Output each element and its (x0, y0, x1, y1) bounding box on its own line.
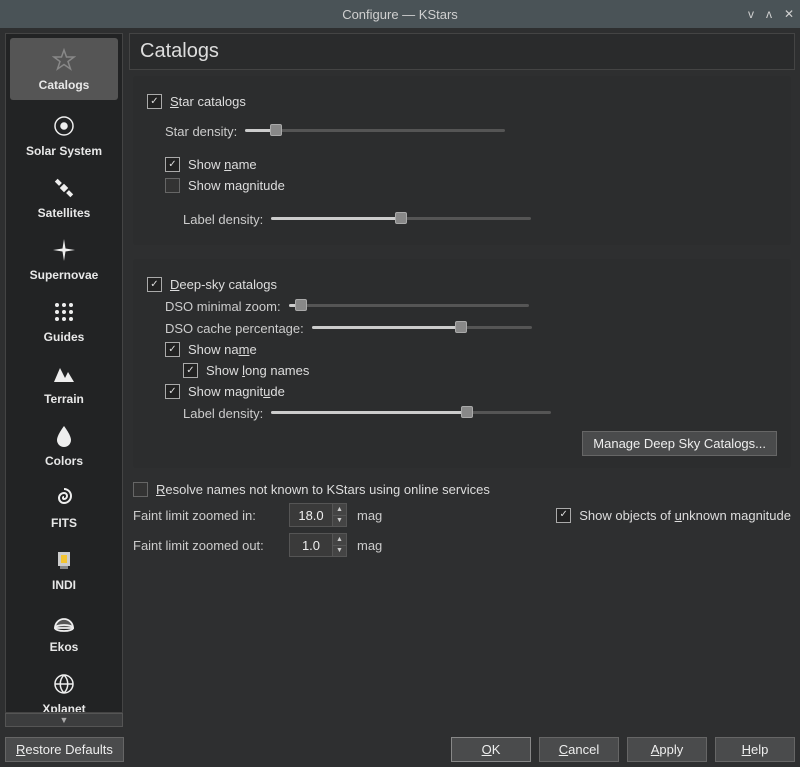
sidebar-item-ekos[interactable]: Ekos (6, 600, 122, 662)
sidebar-item-supernovae[interactable]: Supernovae (6, 228, 122, 290)
show-name-label: Show name (188, 157, 257, 172)
drop-icon (50, 422, 78, 450)
show-magnitude-label: Show magnitude (188, 178, 285, 193)
close-icon[interactable]: ✕ (784, 7, 794, 21)
dso-cache-label: DSO cache percentage: (165, 321, 304, 336)
star-catalogs-label: Star catalogs (170, 94, 246, 109)
faint-out-spinbox[interactable]: ▲▼ (289, 533, 347, 557)
dso-show-magnitude-label: Show magnitude (188, 384, 285, 399)
sidebar-item-solar-system[interactable]: Solar System (6, 104, 122, 166)
star-density-label: Star density: (165, 124, 237, 139)
sidebar-item-label: Xplanet (42, 702, 85, 713)
sidebar-item-fits[interactable]: FITS (6, 476, 122, 538)
sidebar-item-terrain[interactable]: Terrain (6, 352, 122, 414)
sidebar-item-catalogs[interactable]: Catalogs (10, 38, 118, 100)
sidebar-item-label: Ekos (50, 640, 79, 654)
star-catalogs-checkbox[interactable]: ✓ (147, 94, 162, 109)
show-unknown-label: Show objects of unknown magnitude (579, 508, 791, 523)
faint-in-spinbox[interactable]: ▲▼ (289, 503, 347, 527)
resolve-names-checkbox[interactable] (133, 482, 148, 497)
dome-icon (50, 608, 78, 636)
minimize-icon[interactable]: v (748, 7, 754, 21)
sidebar-item-satellites[interactable]: Satellites (6, 166, 122, 228)
grid-icon (50, 298, 78, 326)
sidebar-item-xplanet[interactable]: Xplanet (6, 662, 122, 713)
sidebar-item-label: Solar System (26, 144, 102, 158)
sidebar-item-label: INDI (52, 578, 76, 592)
titlebar: Configure — KStars v ʌ ✕ (0, 0, 800, 28)
dso-show-name-label: Show name (188, 342, 257, 357)
sidebar-item-indi[interactable]: INDI (6, 538, 122, 600)
apply-button[interactable]: Apply (627, 737, 707, 762)
maximize-icon[interactable]: ʌ (766, 7, 772, 21)
sidebar-item-label: Terrain (44, 392, 84, 406)
dso-show-name-checkbox[interactable]: ✓ (165, 342, 180, 357)
dso-min-zoom-slider[interactable] (289, 298, 529, 314)
sidebar-item-label: Satellites (38, 206, 91, 220)
sidebar-item-guides[interactable]: Guides (6, 290, 122, 352)
sidebar-item-label: Colors (45, 454, 83, 468)
ok-button[interactable]: OK (451, 737, 531, 762)
show-unknown-checkbox[interactable]: ✓ (556, 508, 571, 523)
show-long-names-label: Show long names (206, 363, 309, 378)
deep-sky-label: Deep-sky catalogs (170, 277, 277, 292)
dso-label-density-label: Label density: (183, 406, 263, 421)
label-density-slider[interactable] (271, 211, 531, 227)
window-title: Configure — KStars (342, 7, 458, 22)
spin-up-icon[interactable]: ▲ (333, 504, 346, 516)
scroll-down-button[interactable]: ▼ (5, 713, 123, 727)
show-long-names-checkbox[interactable]: ✓ (183, 363, 198, 378)
sidebar: Catalogs Solar System Satellites Superno… (5, 33, 123, 713)
unit-label: mag (357, 508, 382, 523)
label-density-label: Label density: (183, 212, 263, 227)
unit-label: mag (357, 538, 382, 553)
star-icon (50, 46, 78, 74)
satellite-icon (50, 174, 78, 202)
star-catalogs-group: ✓ Star catalogs Star density: ✓ Show nam… (133, 76, 791, 245)
telescope-icon (50, 546, 78, 574)
spiral-icon (50, 484, 78, 512)
faint-out-label: Faint limit zoomed out: (133, 538, 279, 553)
restore-defaults-button[interactable]: Restore Defaults (5, 737, 124, 762)
spin-up-icon[interactable]: ▲ (333, 534, 346, 546)
star-density-slider[interactable] (245, 123, 505, 139)
spin-down-icon[interactable]: ▼ (333, 546, 346, 557)
show-magnitude-checkbox[interactable] (165, 178, 180, 193)
sidebar-item-colors[interactable]: Colors (6, 414, 122, 476)
cancel-button[interactable]: Cancel (539, 737, 619, 762)
sidebar-item-label: Catalogs (39, 78, 90, 92)
deep-sky-group: ✓ Deep-sky catalogs DSO minimal zoom: DS… (133, 259, 791, 468)
faint-out-input[interactable] (290, 534, 332, 556)
dso-label-density-slider[interactable] (271, 405, 551, 421)
sidebar-item-label: Guides (44, 330, 85, 344)
sidebar-item-label: FITS (51, 516, 77, 530)
deep-sky-checkbox[interactable]: ✓ (147, 277, 162, 292)
dso-min-zoom-label: DSO minimal zoom: (165, 299, 281, 314)
spin-down-icon[interactable]: ▼ (333, 516, 346, 527)
faint-in-label: Faint limit zoomed in: (133, 508, 279, 523)
orbit-icon (50, 112, 78, 140)
help-button[interactable]: Help (715, 737, 795, 762)
manage-deep-sky-button[interactable]: Manage Deep Sky Catalogs... (582, 431, 777, 456)
dialog-footer: Restore Defaults OK Cancel Apply Help (0, 732, 800, 767)
mountain-icon (50, 360, 78, 388)
resolve-names-label: Resolve names not known to KStars using … (156, 482, 490, 497)
globe-icon (50, 670, 78, 698)
sparkle-icon (50, 236, 78, 264)
sidebar-item-label: Supernovae (30, 268, 99, 282)
show-name-checkbox[interactable]: ✓ (165, 157, 180, 172)
faint-in-input[interactable] (290, 504, 332, 526)
dso-cache-slider[interactable] (312, 320, 532, 336)
page-title: Catalogs (129, 33, 795, 70)
dso-show-magnitude-checkbox[interactable]: ✓ (165, 384, 180, 399)
